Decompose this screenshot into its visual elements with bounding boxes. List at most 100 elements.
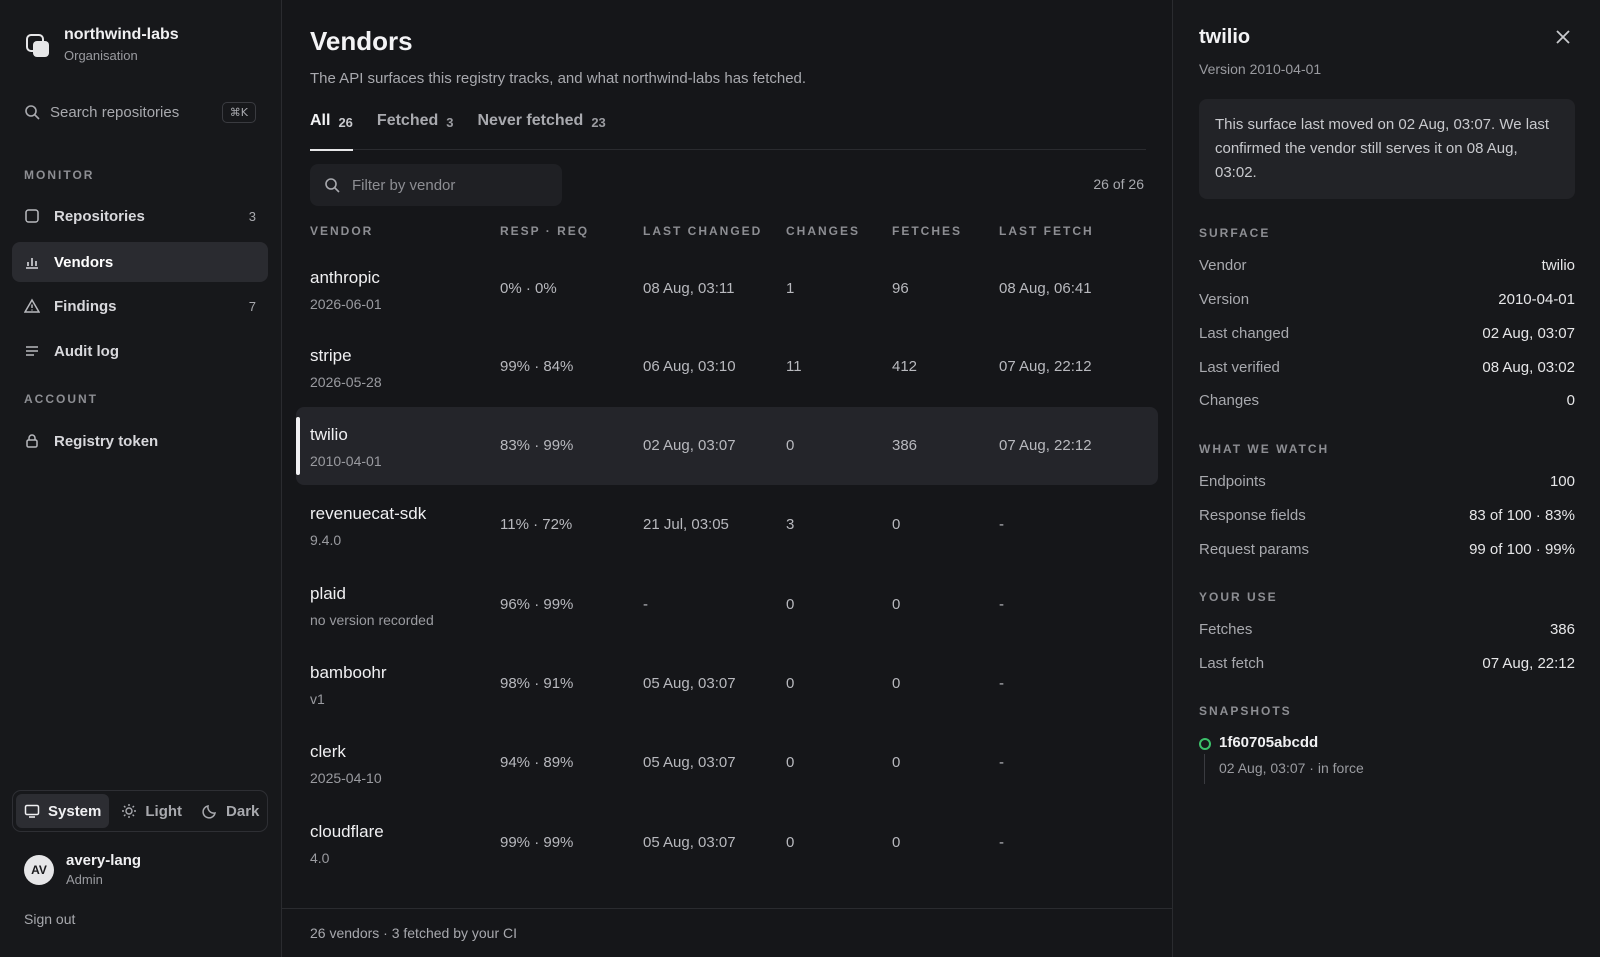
last-fetch: - [999, 596, 1004, 613]
coverage: 99% · 99% [500, 834, 574, 851]
table-header: VENDOR RESP · REQ LAST CHANGED CHANGES F… [310, 224, 1146, 240]
sign-out-link[interactable]: Sign out [24, 911, 75, 927]
fetches: 0 [892, 596, 901, 613]
search-icon [325, 178, 340, 193]
user-profile[interactable]: AV avery-lang Admin [24, 852, 141, 887]
vendor-detail-panel: twilio Version 2010-04-01 This surface l… [1172, 0, 1600, 957]
vendor-version: 2010-04-01 [310, 453, 382, 469]
tab-label: All [310, 112, 331, 129]
search-repositories[interactable]: Search repositories ⌘K [24, 98, 256, 126]
changes: 0 [786, 437, 795, 454]
org-switcher[interactable]: northwind-labs Organisation [24, 26, 179, 63]
theme-dark-button[interactable]: Dark [194, 794, 267, 828]
column-header-last-changed[interactable]: LAST CHANGED [643, 224, 762, 238]
table-row-selected[interactable]: twilio 2010-04-01 83% · 99% 02 Aug, 03:0… [296, 407, 1158, 485]
column-header-fetches[interactable]: FETCHES [892, 224, 962, 238]
search-icon [25, 105, 40, 120]
watch-row: Request params 99 of 100 · 99% [1199, 541, 1575, 563]
fetches: 386 [892, 437, 918, 454]
panel-subtitle: Version 2010-04-01 [1199, 61, 1322, 77]
sidebar-item-repositories[interactable]: Repositories 3 [12, 196, 268, 236]
field-label: Changes [1199, 392, 1260, 409]
field-value: 83 of 100 · 83% [1469, 507, 1575, 524]
column-header-last-fetch[interactable]: LAST FETCH [999, 224, 1094, 238]
panel-title: twilio [1199, 26, 1251, 48]
sidebar-item-count: 3 [248, 208, 256, 224]
theme-switcher: System Light Dark [12, 790, 268, 832]
sidebar-item-label: Vendors [54, 253, 114, 271]
vendor-filter-input[interactable] [352, 176, 542, 194]
theme-light-button[interactable]: Light [113, 794, 190, 828]
changes: 11 [786, 358, 802, 375]
sun-icon [122, 804, 137, 818]
coverage: 94% · 89% [500, 754, 574, 771]
org-logo-icon [24, 32, 50, 58]
last-changed: 02 Aug, 03:07 [643, 437, 736, 454]
use-row: Fetches 386 [1199, 621, 1575, 643]
surface-row: Last changed 02 Aug, 03:07 [1199, 325, 1575, 347]
field-label: Endpoints [1199, 473, 1266, 490]
vendor-name: plaid [310, 584, 346, 603]
last-changed: 05 Aug, 03:07 [643, 754, 736, 771]
last-changed: - [643, 596, 648, 613]
last-fetch: 08 Aug, 06:41 [999, 280, 1092, 297]
tab-label: Never fetched [477, 112, 584, 129]
table-row[interactable]: stripe 2026-05-28 99% · 84% 06 Aug, 03:1… [296, 328, 1158, 406]
tab-fetched[interactable]: Fetched 3 [377, 112, 454, 150]
field-label: Vendor [1199, 257, 1247, 274]
vendor-version: v1 [310, 691, 325, 707]
avatar: AV [24, 854, 54, 885]
coverage: 96% · 99% [500, 596, 574, 613]
result-count: 26 of 26 [1093, 176, 1144, 192]
vendor-table: anthropic 2026-06-01 0% · 0% 08 Aug, 03:… [296, 250, 1158, 908]
table-row[interactable]: anthropic 2026-06-01 0% · 0% 08 Aug, 03:… [296, 250, 1158, 328]
vendor-name: stripe [310, 346, 352, 365]
column-header-vendor[interactable]: VENDOR [310, 224, 373, 238]
sidebar-item-label: Registry token [54, 432, 159, 450]
watch-row: Endpoints 100 [1199, 473, 1575, 495]
tab-bar: All 26 Fetched 3 Never fetched 23 [310, 112, 1146, 151]
surface-row: Vendor twilio [1199, 257, 1575, 279]
field-value: 99 of 100 · 99% [1469, 541, 1575, 558]
sidebar: northwind-labs Organisation Search repos… [0, 0, 282, 957]
sidebar-item-registry-token[interactable]: Registry token [12, 421, 268, 461]
field-value: 0 [1566, 392, 1575, 409]
vendor-version: 2025-04-10 [310, 770, 382, 786]
tab-label: Fetched [376, 112, 439, 129]
use-section-label: YOUR USE [1199, 590, 1278, 604]
fetches: 0 [892, 834, 901, 851]
surface-section-label: SURFACE [1199, 226, 1271, 240]
column-header-changes[interactable]: CHANGES [786, 224, 860, 238]
search-label: Search repositories [50, 103, 180, 121]
table-row[interactable]: plaid no version recorded 96% · 99% - 0 … [296, 566, 1158, 644]
changes: 0 [786, 675, 795, 692]
table-row[interactable]: cloudflare 4.0 99% · 99% 05 Aug, 03:07 0… [296, 804, 1158, 882]
table-footer: 26 vendors · 3 fetched by your CI [282, 908, 1172, 957]
sidebar-item-label: Repositories [54, 207, 145, 225]
sidebar-item-findings[interactable]: Findings 7 [12, 286, 268, 326]
coverage: 0% · 0% [500, 280, 557, 297]
vendor-version: 9.4.0 [310, 532, 342, 548]
sidebar-item-audit-log[interactable]: Audit log [12, 331, 268, 371]
table-row[interactable]: bamboohr v1 98% · 91% 05 Aug, 03:07 0 0 … [296, 645, 1158, 723]
coverage: 11% · 72% [500, 516, 573, 533]
close-icon[interactable] [1554, 28, 1572, 46]
last-changed: 06 Aug, 03:10 [643, 358, 736, 375]
last-changed: 21 Jul, 03:05 [643, 516, 729, 533]
last-changed: 08 Aug, 03:11 [643, 280, 735, 297]
sidebar-item-label: Audit log [54, 342, 119, 360]
repo-icon [24, 208, 40, 224]
sidebar-item-vendors[interactable]: Vendors [12, 242, 268, 282]
field-value: twilio [1541, 257, 1575, 274]
vendor-version: no version recorded [310, 612, 434, 628]
theme-system-button[interactable]: System [16, 794, 110, 828]
sidebar-item-count: 7 [248, 298, 256, 314]
table-row[interactable]: revenuecat-sdk 9.4.0 11% · 72% 21 Jul, 0… [296, 486, 1158, 564]
table-row[interactable]: clerk 2025-04-10 94% · 89% 05 Aug, 03:07… [296, 724, 1158, 802]
vendor-name: revenuecat-sdk [310, 504, 427, 523]
tab-all[interactable]: All 26 [310, 112, 353, 151]
tab-never-fetched[interactable]: Never fetched 23 [478, 112, 606, 150]
snapshots-section-label: SNAPSHOTS [1199, 704, 1292, 718]
column-header-resp-req[interactable]: RESP · REQ [500, 224, 589, 238]
watch-row: Response fields 83 of 100 · 83% [1199, 507, 1575, 529]
